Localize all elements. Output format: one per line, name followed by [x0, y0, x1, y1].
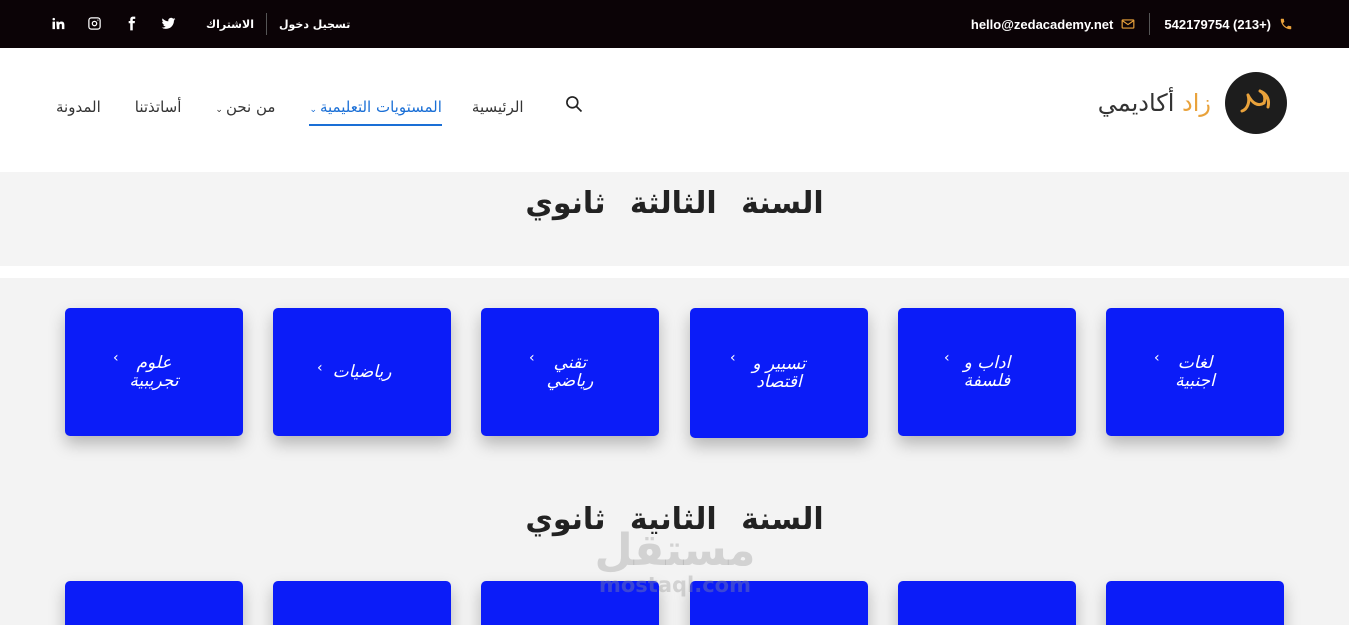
card-label: تسيير و اقتصاد — [752, 354, 806, 392]
level-card[interactable] — [273, 581, 451, 625]
nav-item-label: الرئيسية — [471, 98, 524, 116]
divider — [265, 13, 267, 35]
level-card-foreign-languages[interactable]: لغات اجنبية ‹ — [1106, 308, 1284, 436]
watermark-arabic: مستقل — [594, 525, 756, 576]
nav-item-home[interactable]: الرئيسية — [472, 98, 524, 124]
site-header: الرئيسية المستويات التعليمية⌄ من نحن⌄ أس… — [0, 48, 1349, 172]
card-label: لغات اجنبية — [1175, 353, 1215, 391]
chevron-left-icon: ‹ — [113, 350, 119, 366]
watermark: مستقل mostaql.com — [590, 525, 760, 597]
level-card[interactable] — [65, 581, 243, 625]
social-links — [48, 14, 196, 32]
level-card[interactable] — [1106, 581, 1284, 625]
card-label: اداب و فلسفة — [963, 353, 1011, 391]
twitter-icon[interactable] — [159, 14, 177, 32]
search-icon[interactable] — [564, 94, 584, 114]
top-bar: تسجيل دخول الاشتراك hello@zedacademy.net… — [0, 0, 1349, 48]
login-link[interactable]: تسجيل دخول — [279, 18, 350, 31]
card-label: علوم تجريبية — [129, 353, 179, 391]
card-label: تقني رياضي — [546, 353, 594, 391]
watermark-latin: mostaql.com — [599, 573, 751, 597]
level-card-literature-philosophy[interactable]: اداب و فلسفة ‹ — [898, 308, 1076, 436]
chevron-left-icon: ‹ — [529, 350, 535, 366]
chevron-down-icon: ⌄ — [309, 105, 317, 115]
chevron-down-icon: ⌄ — [215, 105, 223, 115]
level-card-management-economics[interactable]: تسيير و اقتصاد ‹ — [690, 308, 868, 438]
nav-item-label: أساتذتنا — [134, 98, 182, 116]
section-title: السنة الثالثة ثانوي — [525, 186, 824, 221]
facebook-icon[interactable] — [122, 14, 140, 32]
nav-item-about[interactable]: من نحن⌄ — [215, 98, 275, 124]
phone-number: 542179754 (213+) — [1164, 16, 1271, 32]
envelope-icon — [1121, 19, 1135, 29]
linkedin-icon[interactable] — [48, 14, 66, 32]
instagram-icon[interactable] — [85, 14, 103, 32]
nav-item-label: من نحن — [225, 98, 276, 116]
divider — [1149, 13, 1151, 35]
brand-name-second: أكاديمي — [1097, 89, 1175, 117]
logo-mark-icon — [1225, 72, 1287, 134]
level-card[interactable] — [898, 581, 1076, 625]
card-label: رياضيات — [332, 362, 392, 382]
main-nav: الرئيسية المستويات التعليمية⌄ من نحن⌄ أس… — [56, 98, 524, 126]
subscribe-link[interactable]: الاشتراك — [206, 18, 254, 31]
auth-links: تسجيل دخول الاشتراك — [206, 13, 350, 35]
brand-name: زاد أكاديمي — [1098, 89, 1211, 117]
chevron-left-icon: ‹ — [317, 360, 323, 376]
email-link[interactable]: hello@zedacademy.net — [971, 17, 1135, 32]
chevron-left-icon: ‹ — [730, 350, 736, 366]
nav-item-label: المدونة — [56, 98, 101, 116]
contact-info: hello@zedacademy.net 542179754 (213+) — [971, 13, 1293, 35]
level-card-experimental-sciences[interactable]: علوم تجريبية ‹ — [65, 308, 243, 436]
email-address: hello@zedacademy.net — [970, 16, 1114, 32]
level-card-mathematics[interactable]: رياضيات ‹ — [273, 308, 451, 436]
level-card-technical-math[interactable]: تقني رياضي ‹ — [481, 308, 659, 436]
nav-item-teachers[interactable]: أساتذتنا — [135, 98, 182, 124]
phone-icon — [1280, 18, 1292, 30]
nav-item-label: المستويات التعليمية — [319, 98, 442, 116]
divider — [0, 266, 1349, 278]
nav-item-blog[interactable]: المدونة — [56, 98, 101, 124]
brand-logo[interactable]: زاد أكاديمي — [1098, 72, 1287, 134]
phone-link[interactable]: 542179754 (213+) — [1164, 17, 1293, 32]
brand-name-first: زاد — [1182, 89, 1211, 117]
nav-item-levels[interactable]: المستويات التعليمية⌄ — [309, 98, 443, 126]
chevron-left-icon: ‹ — [1154, 350, 1160, 366]
chevron-left-icon: ‹ — [944, 350, 950, 366]
